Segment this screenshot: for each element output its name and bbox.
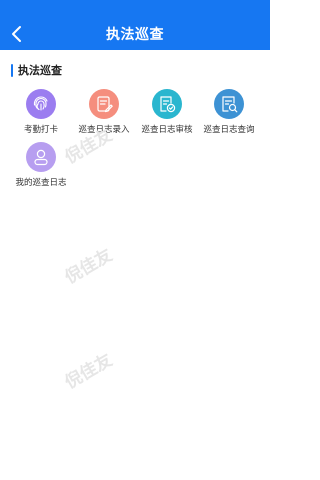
note-edit-icon — [89, 89, 119, 119]
app-header: 执法巡查 — [0, 0, 270, 50]
watermark: 倪佳友 — [61, 350, 116, 394]
menu-item-label: 考勤打卡 — [23, 125, 58, 135]
doc-check-icon — [152, 89, 182, 119]
section-accent-bar — [11, 63, 13, 77]
menu-item-log-query[interactable]: 巡查日志查询 — [197, 89, 261, 145]
menu-item-attendance[interactable]: 考勤打卡 — [9, 89, 73, 145]
user-icon — [26, 142, 56, 172]
page-title: 执法巡查 — [106, 27, 164, 43]
section-header: 执法巡查 — [11, 62, 62, 78]
doc-search-icon — [214, 89, 244, 119]
menu-item-label: 巡查日志录入 — [78, 125, 130, 135]
menu-item-label: 巡查日志查询 — [203, 125, 255, 135]
menu-item-my-logs[interactable]: 我的巡查日志 — [9, 142, 73, 198]
menu-item-label: 我的巡查日志 — [15, 178, 67, 188]
watermark: 倪佳友 — [61, 245, 116, 289]
menu-item-log-review[interactable]: 巡查日志审核 — [135, 89, 199, 145]
menu-item-log-entry[interactable]: 巡查日志录入 — [72, 89, 136, 145]
menu-item-label: 巡查日志审核 — [141, 125, 193, 135]
section-title: 执法巡查 — [18, 64, 62, 77]
fingerprint-icon — [26, 89, 56, 119]
